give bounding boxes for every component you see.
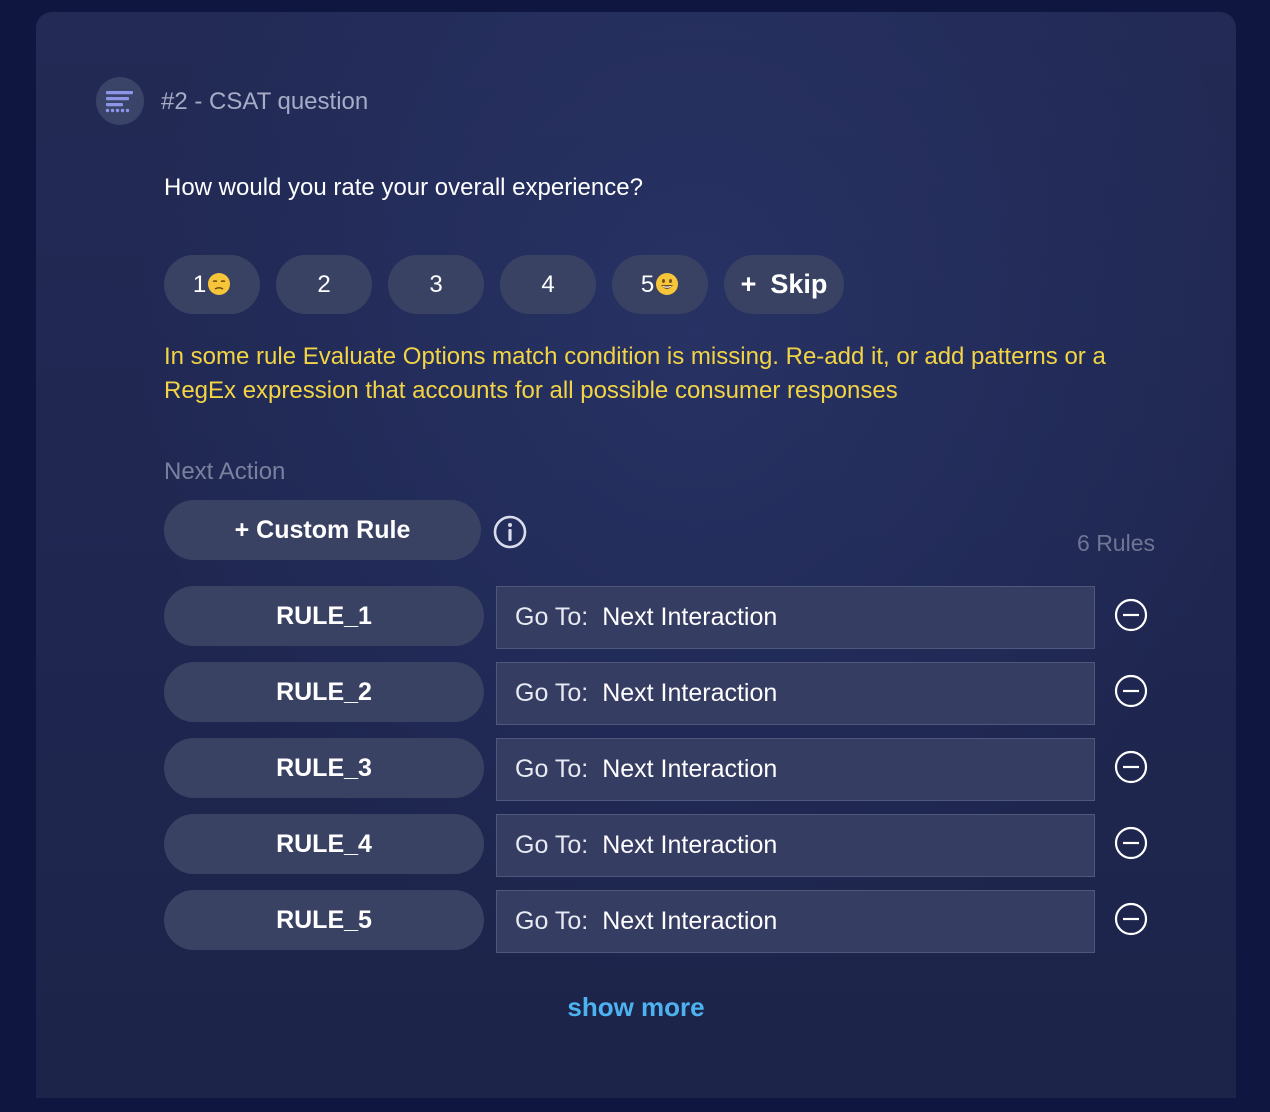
remove-circle-icon[interactable] bbox=[1114, 674, 1148, 708]
option-label: 4 bbox=[541, 271, 555, 298]
goto-select[interactable]: Go To: Next Interaction bbox=[496, 662, 1095, 725]
goto-value: Next Interaction bbox=[602, 679, 778, 707]
goto-prefix: Go To: bbox=[515, 907, 589, 935]
rule-row: RULE_5 Go To: Next Interaction bbox=[164, 890, 1164, 954]
question-text: How would you rate your overall experien… bbox=[164, 174, 643, 201]
skip-label: Skip bbox=[770, 269, 828, 299]
text-lines-icon bbox=[96, 77, 144, 125]
unamused-face-icon bbox=[208, 273, 231, 295]
next-action-label: Next Action bbox=[164, 458, 286, 485]
rule-row: RULE_4 Go To: Next Interaction bbox=[164, 814, 1164, 878]
option-5-button[interactable]: 5 bbox=[612, 255, 708, 314]
rule-name-button[interactable]: RULE_3 bbox=[164, 738, 484, 798]
rule-row: RULE_3 Go To: Next Interaction bbox=[164, 738, 1164, 802]
skip-button[interactable]: + Skip bbox=[724, 255, 844, 314]
custom-rule-button[interactable]: + Custom Rule bbox=[164, 500, 481, 560]
goto-select[interactable]: Go To: Next Interaction bbox=[496, 586, 1095, 649]
option-1-button[interactable]: 1 bbox=[164, 255, 260, 314]
option-2-button[interactable]: 2 bbox=[276, 255, 372, 314]
warning-message: In some rule Evaluate Options match cond… bbox=[164, 343, 1106, 404]
goto-value: Next Interaction bbox=[602, 831, 778, 859]
option-3-button[interactable]: 3 bbox=[388, 255, 484, 314]
option-label: 3 bbox=[429, 271, 443, 298]
remove-circle-icon[interactable] bbox=[1114, 598, 1148, 632]
info-circle-icon[interactable] bbox=[492, 514, 528, 550]
remove-circle-icon[interactable] bbox=[1114, 826, 1148, 860]
remove-circle-icon[interactable] bbox=[1114, 750, 1148, 784]
rule-name-button[interactable]: RULE_4 bbox=[164, 814, 484, 874]
option-label: 5 bbox=[640, 271, 655, 298]
goto-prefix: Go To: bbox=[515, 679, 589, 707]
goto-select[interactable]: Go To: Next Interaction bbox=[496, 814, 1095, 877]
skip-plus: + bbox=[740, 269, 757, 299]
goto-value: Next Interaction bbox=[602, 603, 778, 631]
interaction-card: #2 - CSAT question How would you rate yo… bbox=[36, 12, 1236, 1098]
rules-count: 6 Rules bbox=[1077, 530, 1155, 556]
goto-select[interactable]: Go To: Next Interaction bbox=[496, 890, 1095, 953]
goto-prefix: Go To: bbox=[515, 603, 589, 631]
option-label: 1 bbox=[192, 271, 207, 298]
goto-value: Next Interaction bbox=[602, 755, 778, 783]
goto-prefix: Go To: bbox=[515, 755, 589, 783]
smiling-face-icon bbox=[656, 273, 679, 295]
rule-name-button[interactable]: RULE_2 bbox=[164, 662, 484, 722]
rule-row: RULE_1 Go To: Next Interaction bbox=[164, 586, 1164, 650]
option-label: 2 bbox=[317, 271, 331, 298]
remove-circle-icon[interactable] bbox=[1114, 902, 1148, 936]
option-4-button[interactable]: 4 bbox=[500, 255, 596, 314]
interaction-title: #2 - CSAT question bbox=[161, 88, 369, 115]
goto-prefix: Go To: bbox=[515, 831, 589, 859]
rule-row: RULE_2 Go To: Next Interaction bbox=[164, 662, 1164, 726]
goto-value: Next Interaction bbox=[602, 907, 778, 935]
rule-name-button[interactable]: RULE_5 bbox=[164, 890, 484, 950]
goto-select[interactable]: Go To: Next Interaction bbox=[496, 738, 1095, 801]
show-more-link[interactable]: show more bbox=[36, 992, 1236, 1023]
rule-name-button[interactable]: RULE_1 bbox=[164, 586, 484, 646]
